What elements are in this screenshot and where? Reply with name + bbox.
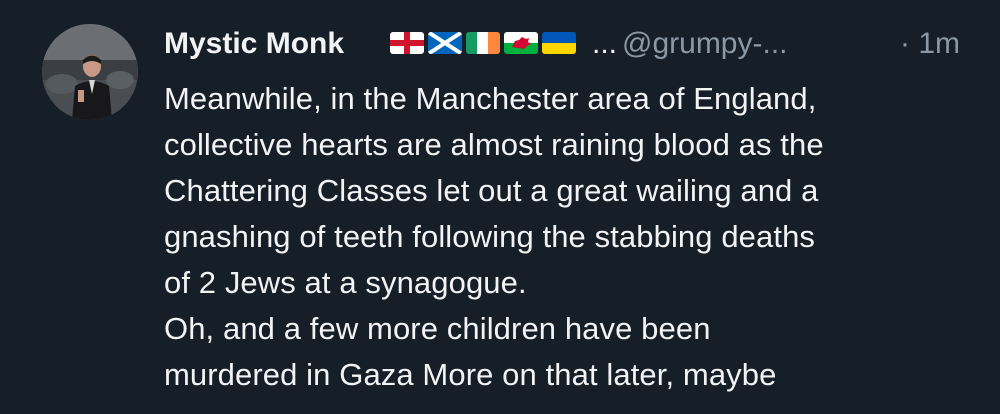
post-text-line: collective hearts are almost raining blo… <box>164 127 824 162</box>
author-handle[interactable]: @grumpy-... <box>622 24 787 64</box>
post-text-line: murdered in Gaza More on that later, may… <box>164 357 777 392</box>
scotland-flag-icon <box>428 32 462 54</box>
post-text-line: Chattering Classes let out a great waili… <box>164 173 819 208</box>
ireland-flag-icon <box>466 32 500 54</box>
wales-flag-icon <box>504 32 538 54</box>
post-text-line: of 2 Jews at a synagogue. <box>164 265 527 300</box>
author-name[interactable]: Mystic Monk <box>164 24 344 64</box>
name-truncation: ... <box>592 27 618 60</box>
post-header: Mystic Monk ... @grumpy-... · 1m <box>164 24 970 64</box>
ukraine-flag-icon <box>542 32 576 54</box>
post-timestamp[interactable]: · 1m <box>900 24 960 64</box>
post-text-line: Oh, and a few more children have been <box>164 311 711 346</box>
england-flag-icon <box>390 32 424 54</box>
post-text-line: gnashing of teeth following the stabbing… <box>164 219 816 254</box>
post-text-line: Meanwhile, in the Manchester area of Eng… <box>164 81 817 116</box>
avatar[interactable] <box>42 24 138 120</box>
post: Mystic Monk ... @grumpy-... · 1m Meanwhi… <box>0 0 1000 414</box>
post-text: Meanwhile, in the Manchester area of Eng… <box>164 76 974 398</box>
